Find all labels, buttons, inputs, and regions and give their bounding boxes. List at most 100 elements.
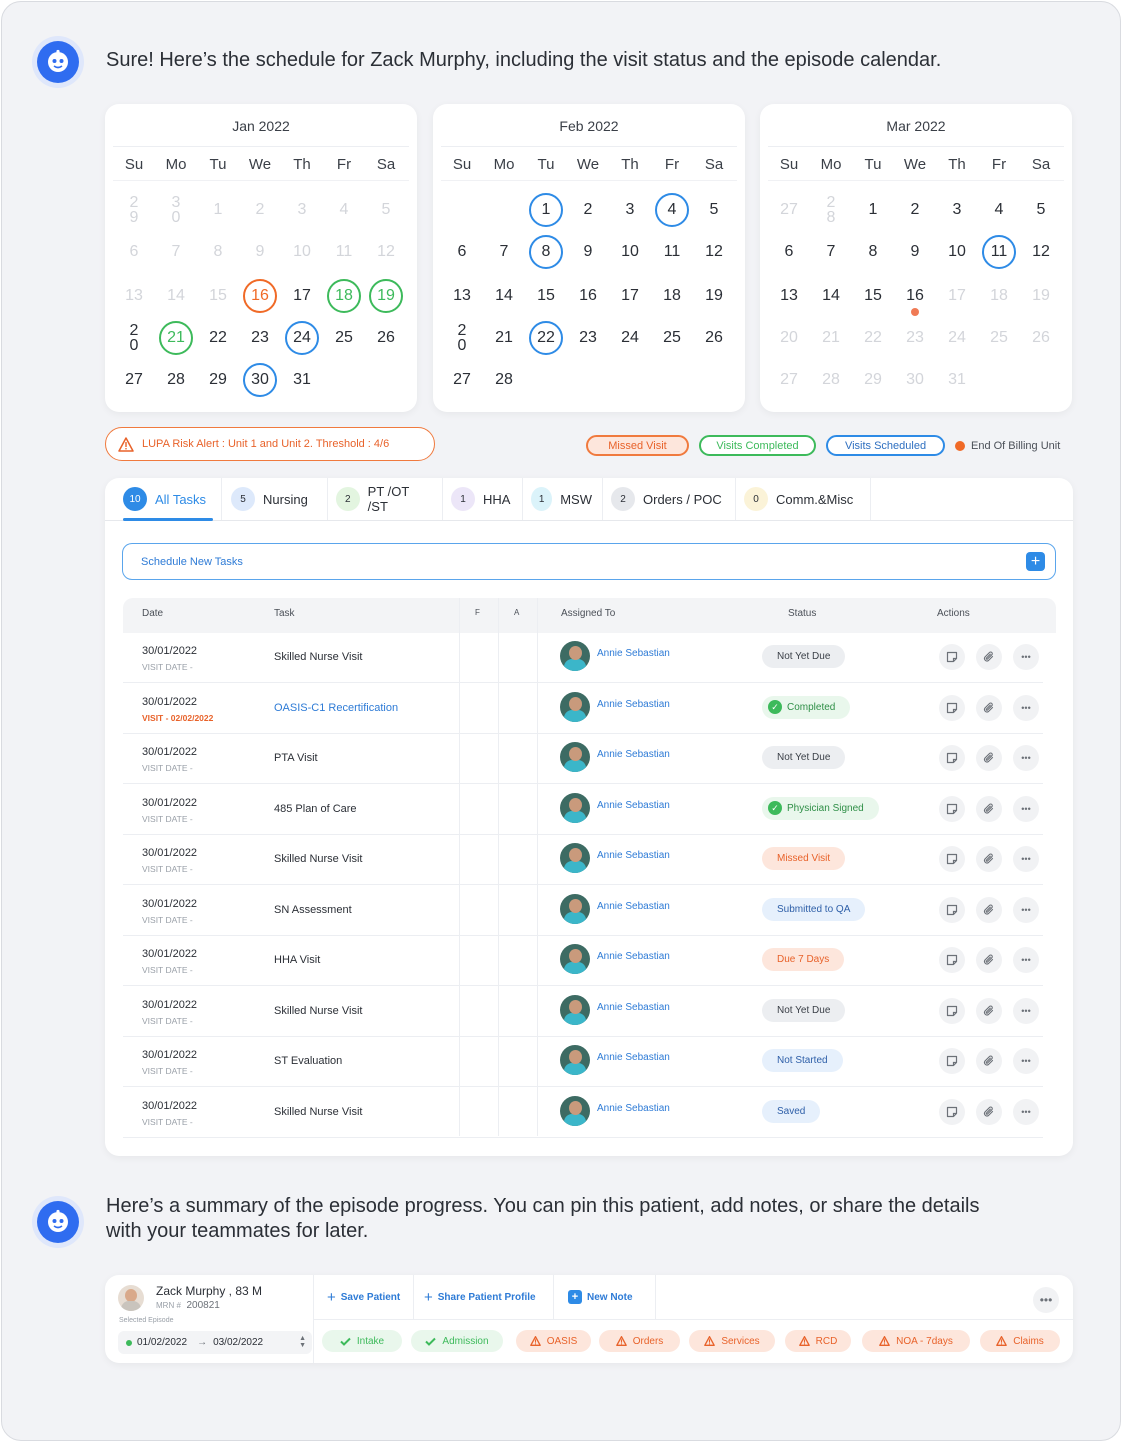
calendar-day[interactable]: 22 — [529, 321, 563, 355]
note-icon[interactable] — [939, 694, 965, 721]
calendar-day[interactable]: 1 — [856, 193, 890, 227]
calendar-day[interactable]: 30 — [243, 363, 277, 397]
assignee-name[interactable]: Annie Sebastian — [597, 850, 670, 861]
assignee-name[interactable]: Annie Sebastian — [597, 1052, 670, 1063]
more-icon[interactable]: ••• — [1013, 947, 1039, 973]
more-icon[interactable]: ••• — [1013, 644, 1039, 670]
table-row[interactable]: 30/01/2022 VISIT - 02/02/2022 OASIS-C1 Rec… — [123, 684, 1043, 734]
calendar-day[interactable]: 14 — [814, 279, 848, 313]
milestone-rcd[interactable]: RCD — [785, 1330, 851, 1352]
calendar-day[interactable]: 26 — [369, 321, 403, 355]
calendar-day[interactable]: 14 — [487, 279, 521, 313]
tab-comm-misc[interactable]: 0 Comm.&Misc — [736, 478, 871, 520]
calendar-day[interactable]: 6 — [445, 235, 479, 269]
calendar-day[interactable]: 8 — [856, 235, 890, 269]
assignee-name[interactable]: Annie Sebastian — [597, 1103, 670, 1114]
calendar-day[interactable]: 2 — [571, 193, 605, 227]
calendar-day[interactable]: 27 — [117, 363, 151, 397]
more-icon[interactable]: ••• — [1013, 1048, 1039, 1074]
share-profile-button[interactable]: + Share Patient Profile — [424, 1289, 536, 1306]
note-icon[interactable] — [939, 745, 965, 771]
table-row[interactable]: 30/01/2022 VISIT DATE - SN Assessment Annie… — [123, 886, 1043, 936]
more-icon[interactable]: ••• — [1013, 997, 1039, 1024]
calendar-day[interactable]: 4 — [982, 193, 1016, 227]
table-row[interactable]: 30/01/2022 VISIT DATE - Skilled Nurse Visi… — [123, 835, 1043, 885]
calendar-day[interactable]: 3 — [940, 193, 974, 227]
table-row[interactable]: 30/01/2022 VISIT DATE - 485 Plan of Care An… — [123, 785, 1043, 835]
attachment-icon[interactable] — [976, 795, 1002, 822]
more-icon[interactable]: ••• — [1013, 694, 1039, 721]
calendar-day[interactable]: 5 — [1024, 193, 1058, 227]
note-icon[interactable] — [939, 896, 965, 923]
calendar-day[interactable]: 6 — [772, 235, 806, 269]
calendar-day[interactable]: 15 — [529, 279, 563, 313]
table-row[interactable]: 30/01/2022 VISIT DATE - Skilled Nurse Visi… — [123, 987, 1043, 1037]
milestone-orders[interactable]: Orders — [599, 1330, 680, 1352]
calendar-day[interactable]: 25 — [655, 321, 689, 355]
calendar-day[interactable]: 13 — [445, 279, 479, 313]
calendar-day[interactable]: 28 — [487, 363, 521, 397]
calendar-day[interactable]: 20 — [117, 321, 151, 355]
note-icon[interactable] — [939, 795, 965, 822]
assignee-name[interactable]: Annie Sebastian — [597, 648, 670, 659]
table-row[interactable]: 30/01/2022 VISIT DATE - ST Evaluation Annie… — [123, 1037, 1043, 1087]
more-icon[interactable]: ••• — [1013, 795, 1039, 822]
schedule-new-tasks-field[interactable]: Schedule New Tasks + — [122, 543, 1056, 580]
calendar-day[interactable]: 16 — [571, 279, 605, 313]
note-icon[interactable] — [939, 644, 965, 670]
table-row[interactable]: 30/01/2022 VISIT DATE - PTA Visit Annie Seb… — [123, 734, 1043, 784]
calendar-day[interactable]: 25 — [327, 321, 361, 355]
attachment-icon[interactable] — [976, 644, 1002, 670]
calendar-day[interactable]: 21 — [487, 321, 521, 355]
more-icon[interactable]: ••• — [1013, 745, 1039, 771]
calendar-day[interactable]: 27 — [445, 363, 479, 397]
tab-all-tasks[interactable]: 10 All Tasks — [105, 478, 222, 521]
calendar-day[interactable]: 7 — [487, 235, 521, 269]
milestone-services[interactable]: Services — [689, 1330, 775, 1352]
milestone-intake[interactable]: Intake — [322, 1330, 402, 1352]
attachment-icon[interactable] — [976, 1048, 1002, 1074]
table-row[interactable]: 30/01/2022 VISIT DATE - HHA Visit Annie Seb… — [123, 936, 1043, 986]
assignee-name[interactable]: Annie Sebastian — [597, 951, 670, 962]
note-icon[interactable] — [939, 947, 965, 973]
assignee-name[interactable]: Annie Sebastian — [597, 1002, 670, 1013]
calendar-day[interactable]: 11 — [655, 235, 689, 269]
calendar-day[interactable]: 9 — [898, 235, 932, 269]
task-name[interactable]: OASIS-C1 Recertification — [274, 702, 398, 714]
milestone-admission[interactable]: Admission — [411, 1330, 503, 1352]
tab-nursing[interactable]: 5 Nursing — [223, 478, 328, 520]
calendar-day[interactable]: 9 — [571, 235, 605, 269]
more-options-button[interactable]: ••• — [1033, 1287, 1059, 1313]
note-icon[interactable] — [939, 1098, 965, 1125]
calendar-day[interactable]: 11 — [982, 235, 1016, 269]
note-icon[interactable] — [939, 846, 965, 872]
calendar-day[interactable]: 1 — [529, 193, 563, 227]
calendar-day[interactable]: 20 — [445, 321, 479, 355]
milestone-oasis[interactable]: OASIS — [516, 1330, 591, 1352]
episode-selector[interactable]: 01/02/2022 → 03/02/2022 ▲ ▼ — [118, 1331, 312, 1354]
calendar-day[interactable]: 18 — [655, 279, 689, 313]
attachment-icon[interactable] — [976, 1098, 1002, 1125]
add-task-icon[interactable]: + — [1026, 552, 1045, 571]
save-patient-button[interactable]: + Save Patient — [327, 1289, 400, 1306]
attachment-icon[interactable] — [976, 947, 1002, 973]
attachment-icon[interactable] — [976, 997, 1002, 1024]
assignee-name[interactable]: Annie Sebastian — [597, 800, 670, 811]
calendar-day[interactable]: 23 — [243, 321, 277, 355]
calendar-day[interactable]: 12 — [1024, 235, 1058, 269]
attachment-icon[interactable] — [976, 896, 1002, 923]
calendar-day[interactable]: 3 — [613, 193, 647, 227]
calendar-day[interactable]: 16 — [243, 279, 277, 313]
calendar-day[interactable]: 10 — [940, 235, 974, 269]
more-icon[interactable]: ••• — [1013, 896, 1039, 923]
more-icon[interactable]: ••• — [1013, 1098, 1039, 1125]
calendar-day[interactable]: 26 — [697, 321, 731, 355]
new-note-button[interactable]: + New Note — [568, 1290, 633, 1304]
calendar-day[interactable]: 23 — [571, 321, 605, 355]
calendar-day[interactable]: 4 — [655, 193, 689, 227]
calendar-day[interactable]: 18 — [327, 279, 361, 313]
calendar-day[interactable]: 28 — [159, 363, 193, 397]
tab-orders-poc[interactable]: 2 Orders / POC — [603, 478, 736, 520]
calendar-day[interactable]: 5 — [697, 193, 731, 227]
calendar-day[interactable]: 17 — [285, 279, 319, 313]
